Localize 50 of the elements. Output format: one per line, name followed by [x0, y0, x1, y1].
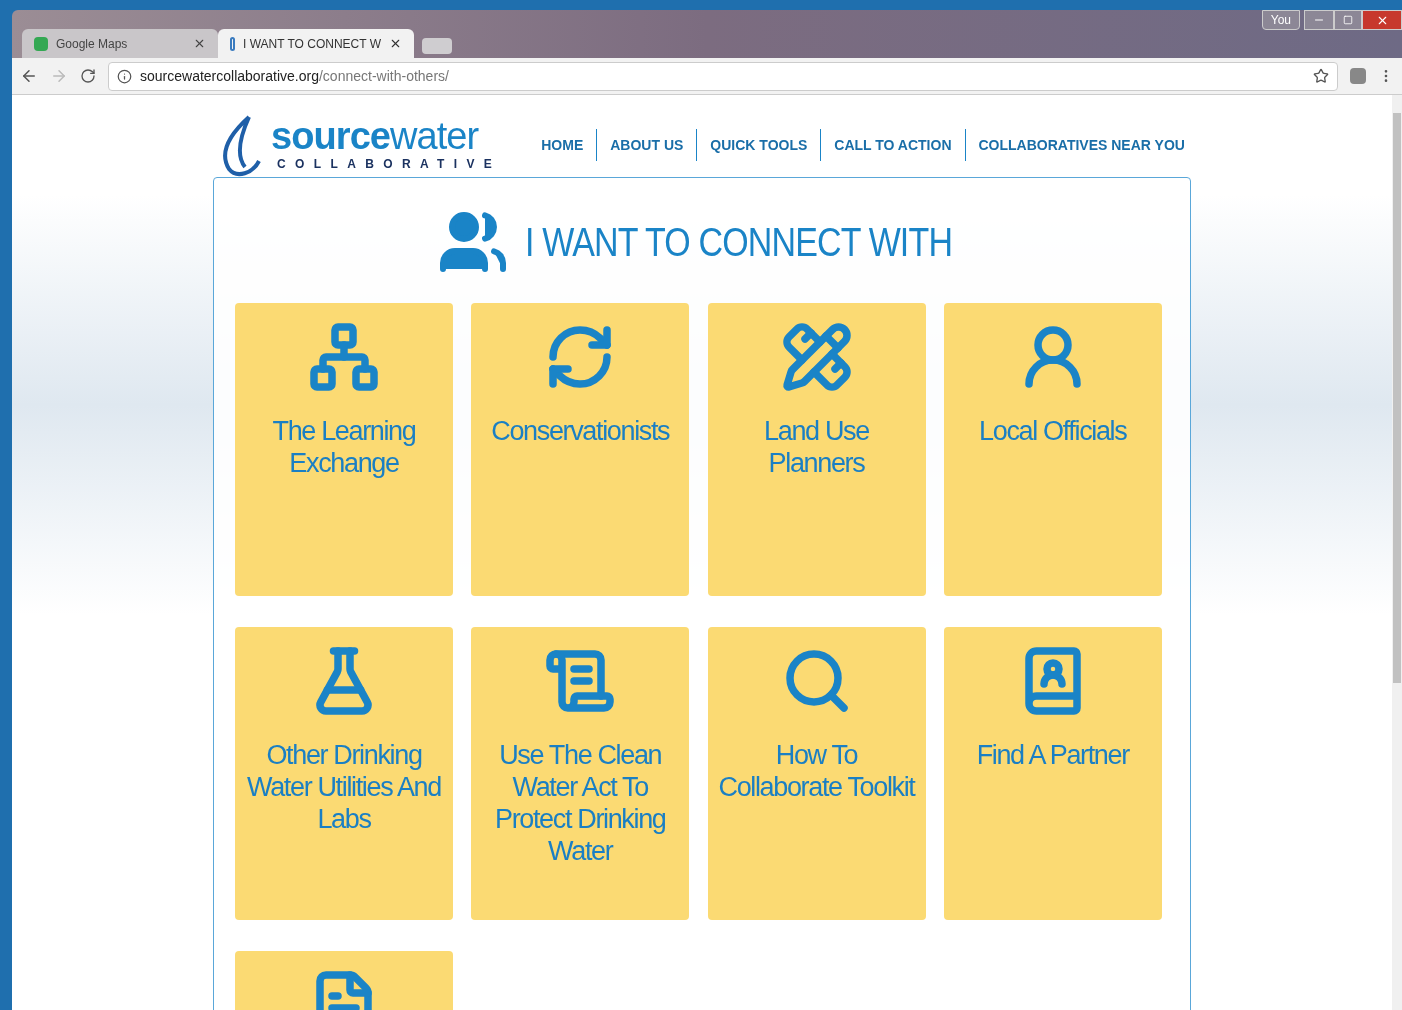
- forward-icon[interactable]: [50, 67, 68, 85]
- maximize-icon: [1343, 15, 1353, 25]
- nav-link[interactable]: ABOUT US: [610, 134, 684, 156]
- tile-title: Other Drinking Water Utilities And Labs: [246, 739, 442, 835]
- tile-title: Local Officials: [979, 415, 1127, 447]
- scrollbar[interactable]: [1392, 95, 1402, 1010]
- back-icon[interactable]: [20, 67, 38, 85]
- ruler-pencil-icon: [780, 321, 853, 393]
- close-icon[interactable]: [389, 37, 402, 50]
- category-tile[interactable]: Find A Partner: [943, 627, 1162, 920]
- tab-title: Google Maps: [56, 35, 129, 53]
- extension-icon[interactable]: [1350, 68, 1366, 84]
- tile-title: How To Collaborate Toolkit: [717, 739, 916, 803]
- tab-favicon-icon: [230, 36, 235, 51]
- logo-subtitle: COLLABORATIVE: [277, 156, 502, 173]
- category-tile[interactable]: Use The Clean Water Act To Protect Drinking Water: [471, 627, 690, 920]
- tab-favicon-icon: [34, 36, 48, 51]
- logo-wordmark: sourcewater: [271, 117, 480, 155]
- category-tile[interactable]: Land Use Planners: [707, 303, 926, 596]
- category-tile[interactable]: Conservationists: [471, 303, 690, 596]
- tile-title: The Learning Exchange: [271, 415, 417, 479]
- address-bar[interactable]: sourcewatercollaborative.org/connect-with-others/: [108, 61, 1338, 91]
- bookmark-star-icon[interactable]: [1313, 68, 1329, 84]
- nav-link[interactable]: CALL TO ACTION: [834, 134, 952, 156]
- profile-button[interactable]: You: [1261, 10, 1300, 30]
- nav-link[interactable]: HOME: [541, 134, 584, 156]
- tile-title: Find A Partner: [976, 739, 1129, 771]
- url-text: sourcewatercollaborative.org/connect-with-others/: [140, 66, 450, 86]
- nav-link[interactable]: COLLABORATIVES NEAR YOU: [978, 134, 1185, 156]
- maximize-button[interactable]: [1334, 10, 1362, 30]
- tile-title: Land Use Planners: [763, 415, 870, 479]
- category-tile[interactable]: How To Collaborate Toolkit: [707, 627, 926, 920]
- category-tile[interactable]: The Learning Exchange: [235, 303, 453, 596]
- browser-tab[interactable]: I WANT TO CONNECT W: [218, 29, 414, 58]
- tile-title: Conservationists: [491, 415, 670, 447]
- reload-icon[interactable]: [80, 68, 96, 84]
- close-window-button[interactable]: [1362, 10, 1402, 30]
- info-icon[interactable]: [117, 68, 132, 84]
- category-tile[interactable]: Local Officials: [943, 303, 1162, 596]
- site-logo[interactable]: sourcewater COLLABORATIVE: [219, 113, 502, 177]
- close-icon[interactable]: [193, 37, 206, 50]
- browser-tab[interactable]: Google Maps: [22, 29, 218, 58]
- minimize-button[interactable]: [1304, 10, 1334, 30]
- tab-title: I WANT TO CONNECT W: [243, 35, 381, 53]
- nav-link[interactable]: QUICK TOOLS: [710, 134, 808, 156]
- page-heading: I WANT TO CONNECT WITH: [524, 219, 952, 266]
- tile-title: Use The Clean Water Act To Protect Drinking Water: [494, 739, 667, 867]
- network-icon: [308, 321, 380, 393]
- category-tile[interactable]: Other Drinking Water Utilities And Labs: [235, 627, 453, 920]
- new-tab-button[interactable]: [422, 38, 452, 54]
